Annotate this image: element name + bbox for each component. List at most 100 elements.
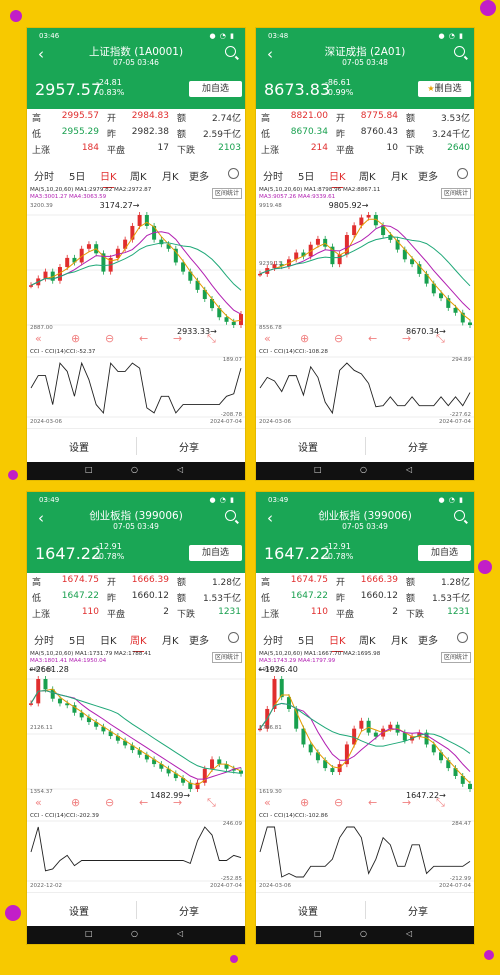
share-button[interactable]: 分享 bbox=[408, 439, 428, 454]
settings-button[interactable]: 设置 bbox=[69, 439, 89, 454]
tab-period[interactable]: 5日 bbox=[69, 632, 85, 647]
tab-period[interactable]: 更多 bbox=[189, 632, 209, 647]
settings-button[interactable]: 设置 bbox=[298, 439, 318, 454]
right-arrow-icon[interactable]: → bbox=[402, 796, 411, 809]
search-icon[interactable] bbox=[454, 46, 465, 57]
tab-period[interactable]: 更多 bbox=[418, 168, 438, 183]
right-arrow-icon[interactable]: → bbox=[173, 332, 182, 345]
tab-period[interactable]: 月K bbox=[391, 632, 408, 647]
zoom-out-icon[interactable]: « bbox=[264, 332, 271, 345]
gear-icon[interactable] bbox=[457, 168, 468, 179]
home-icon[interactable]: ○ bbox=[360, 929, 367, 938]
left-arrow-icon[interactable]: ← bbox=[368, 332, 377, 345]
page-subtitle: 07-05 03:49 bbox=[342, 522, 388, 531]
stat-value: 1674.75 bbox=[61, 575, 99, 585]
gear-icon[interactable] bbox=[228, 168, 239, 179]
tab-period[interactable]: 分时 bbox=[263, 632, 283, 647]
favorite-button[interactable]: ★删自选 bbox=[418, 81, 471, 97]
range-stats-button[interactable]: 区间统计 bbox=[440, 652, 471, 663]
home-icon[interactable]: ○ bbox=[131, 929, 138, 938]
left-arrow-icon[interactable]: ← bbox=[368, 796, 377, 809]
gear-icon[interactable] bbox=[457, 632, 468, 643]
system-nav-bar: □ ○ ◁ bbox=[27, 926, 245, 944]
ma-line-2: MA3:3001.27 MA4:3063.59 bbox=[30, 194, 107, 200]
tab-period[interactable]: 5日 bbox=[69, 168, 85, 183]
kline-chart[interactable]: MA(5,10,20,60) MA1:1667.70 MA2:1695.98 MA… bbox=[256, 649, 474, 891]
stat-label: 开 bbox=[336, 578, 346, 588]
tab-period[interactable]: 5日 bbox=[298, 632, 314, 647]
zoom-out-icon[interactable]: « bbox=[35, 796, 42, 809]
stat-value: 2.59千亿 bbox=[202, 130, 241, 140]
tab-period[interactable]: 日K bbox=[100, 168, 117, 188]
tab-period[interactable]: 周K bbox=[359, 632, 376, 647]
tab-period[interactable]: 日K bbox=[329, 168, 346, 188]
tab-period[interactable]: 周K bbox=[359, 168, 376, 183]
tab-period[interactable]: 月K bbox=[162, 168, 179, 183]
favorite-button[interactable]: 加自选 bbox=[189, 545, 242, 561]
plus-icon[interactable]: ⊕ bbox=[71, 332, 80, 345]
plus-icon[interactable]: ⊕ bbox=[300, 796, 309, 809]
expand-icon[interactable]: ⤡ bbox=[207, 332, 216, 346]
expand-icon[interactable]: ⤡ bbox=[436, 796, 445, 810]
settings-button[interactable]: 设置 bbox=[69, 903, 89, 918]
tab-period[interactable]: 月K bbox=[162, 632, 179, 647]
favorite-button[interactable]: 加自选 bbox=[189, 81, 242, 97]
tab-period[interactable]: 月K bbox=[391, 168, 408, 183]
search-icon[interactable] bbox=[454, 510, 465, 521]
right-arrow-icon[interactable]: → bbox=[402, 332, 411, 345]
minus-icon[interactable]: ⊖ bbox=[334, 332, 343, 345]
minus-icon[interactable]: ⊖ bbox=[334, 796, 343, 809]
zoom-out-icon[interactable]: « bbox=[264, 796, 271, 809]
settings-button[interactable]: 设置 bbox=[298, 903, 318, 918]
plus-icon[interactable]: ⊕ bbox=[71, 796, 80, 809]
share-button[interactable]: 分享 bbox=[179, 439, 199, 454]
tab-period[interactable]: 更多 bbox=[189, 168, 209, 183]
back-icon[interactable]: ◁ bbox=[177, 929, 183, 938]
range-stats-button[interactable]: 区间统计 bbox=[211, 652, 242, 663]
stat-value: 2995.57 bbox=[61, 111, 99, 121]
left-arrow-icon[interactable]: ← bbox=[139, 332, 148, 345]
back-icon[interactable]: ◁ bbox=[406, 465, 412, 474]
share-button[interactable]: 分享 bbox=[179, 903, 199, 918]
range-stats-button[interactable]: 区间统计 bbox=[440, 188, 471, 199]
search-icon[interactable] bbox=[225, 46, 236, 57]
minus-icon[interactable]: ⊖ bbox=[105, 332, 114, 345]
kline-chart[interactable]: MA(5,10,20,60) MA1:2979.82 MA2:2972.87 MA… bbox=[27, 185, 245, 427]
kline-chart[interactable]: MA(5,10,20,60) MA1:8798.96 MA2:8867.11 MA… bbox=[256, 185, 474, 427]
search-icon[interactable] bbox=[225, 510, 236, 521]
back-icon[interactable]: ◁ bbox=[406, 929, 412, 938]
kline-chart[interactable]: MA(5,10,20,60) MA1:1731.79 MA2:1788.41 MA… bbox=[27, 649, 245, 891]
home-icon[interactable]: ○ bbox=[131, 465, 138, 474]
minus-icon[interactable]: ⊖ bbox=[105, 796, 114, 809]
left-arrow-icon[interactable]: ← bbox=[139, 796, 148, 809]
zoom-out-icon[interactable]: « bbox=[35, 332, 42, 345]
tab-period[interactable]: 更多 bbox=[418, 632, 438, 647]
recent-apps-icon[interactable]: □ bbox=[85, 465, 93, 474]
tab-period[interactable]: 日K bbox=[329, 632, 346, 652]
tab-period[interactable]: 5日 bbox=[298, 168, 314, 183]
right-arrow-icon[interactable]: → bbox=[173, 796, 182, 809]
tab-period[interactable]: 分时 bbox=[34, 632, 54, 647]
range-stats-button[interactable]: 区间统计 bbox=[211, 188, 242, 199]
tab-period[interactable]: 周K bbox=[130, 168, 147, 183]
expand-icon[interactable]: ⤡ bbox=[207, 796, 216, 810]
tab-period[interactable]: 日K bbox=[100, 632, 117, 647]
stat-value: 3.53亿 bbox=[440, 114, 470, 124]
date-end: 2024-07-04 bbox=[210, 419, 242, 425]
tab-period[interactable]: 分时 bbox=[263, 168, 283, 183]
gear-icon[interactable] bbox=[228, 632, 239, 643]
share-button[interactable]: 分享 bbox=[408, 903, 428, 918]
price: 1647.22 bbox=[35, 544, 102, 563]
tab-period[interactable]: 分时 bbox=[34, 168, 54, 183]
plus-icon[interactable]: ⊕ bbox=[300, 332, 309, 345]
stat-value: 8775.84 bbox=[360, 111, 398, 121]
tab-period[interactable]: 周K bbox=[130, 632, 147, 652]
recent-apps-icon[interactable]: □ bbox=[314, 465, 322, 474]
recent-apps-icon[interactable]: □ bbox=[85, 929, 93, 938]
recent-apps-icon[interactable]: □ bbox=[314, 929, 322, 938]
favorite-button[interactable]: 加自选 bbox=[418, 545, 471, 561]
back-icon[interactable]: ◁ bbox=[177, 465, 183, 474]
expand-icon[interactable]: ⤡ bbox=[436, 332, 445, 346]
page-title: 深证成指 (2A01) bbox=[324, 46, 406, 58]
home-icon[interactable]: ○ bbox=[360, 465, 367, 474]
